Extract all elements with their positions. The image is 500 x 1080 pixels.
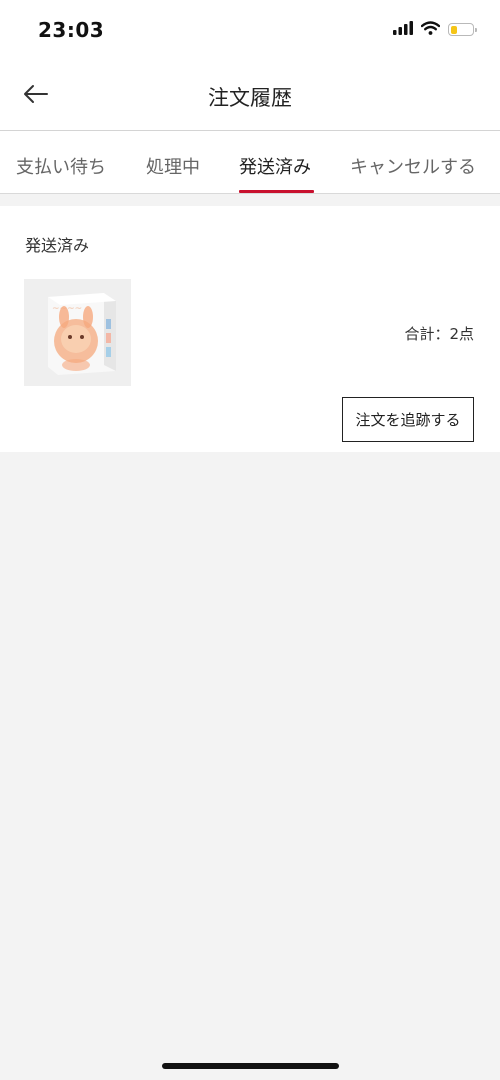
- status-bar: 23:03: [0, 0, 500, 62]
- order-card[interactable]: 発送済み ~~~~ 合計：2点 注文を追跡する: [0, 206, 500, 452]
- app-header: 注文履歴: [0, 62, 500, 131]
- status-icons: [393, 20, 477, 39]
- tab-processing[interactable]: 処理中: [146, 153, 200, 179]
- cellular-signal-icon: [393, 20, 413, 39]
- product-box-image: ~~~~: [24, 279, 131, 386]
- battery-level: [450, 25, 457, 34]
- tab-shipped[interactable]: 発送済み: [239, 153, 311, 179]
- track-order-button[interactable]: 注文を追跡する: [342, 397, 474, 442]
- status-time: 23:03: [38, 18, 105, 42]
- home-indicator[interactable]: [162, 1063, 339, 1069]
- order-status-tabs: 支払い待ち 処理中 発送済み キャンセルする: [0, 131, 500, 194]
- order-total: 合計：2点: [404, 325, 474, 343]
- tab-cancelled[interactable]: キャンセルする: [350, 153, 476, 179]
- wifi-icon: [420, 20, 441, 39]
- battery-icon: [448, 23, 477, 36]
- order-status-label: 発送済み: [25, 236, 90, 255]
- product-thumbnail[interactable]: ~~~~: [24, 279, 131, 386]
- active-tab-indicator: [239, 190, 314, 193]
- page-title: 注文履歴: [208, 86, 292, 110]
- tab-awaiting-payment[interactable]: 支払い待ち: [16, 153, 106, 179]
